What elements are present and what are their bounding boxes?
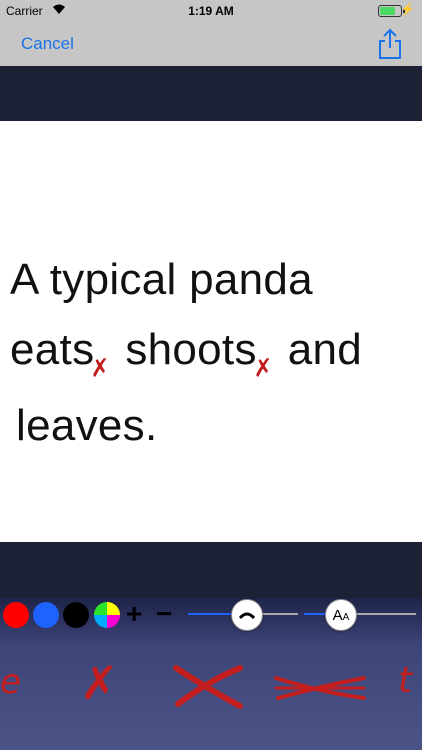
proof-marks-row: e ✗ t <box>0 640 422 740</box>
word-eats: eats <box>10 325 95 374</box>
font-size-slider[interactable]: AA <box>304 599 416 631</box>
nav-bar: Cancel <box>0 22 422 66</box>
font-size-slider-knob[interactable]: AA <box>325 599 357 631</box>
stroke-slider-knob[interactable] <box>231 599 263 631</box>
text-line-1: A typical panda <box>10 245 362 315</box>
text-line-3-content: leaves. <box>16 401 158 450</box>
charging-bolt-icon: ⚡ <box>400 2 415 16</box>
text-line-2: eats✗ shoots✗ and <box>10 315 362 391</box>
canvas-bottom-band <box>0 542 422 598</box>
mark-delete-x[interactable]: ✗ <box>80 656 119 710</box>
mark-partial-right[interactable]: t <box>398 660 412 701</box>
canvas-top-band <box>0 66 422 121</box>
color-swatch-blue[interactable] <box>33 602 59 628</box>
color-swatch-black[interactable] <box>63 602 89 628</box>
text-line-3: leaves. <box>10 391 362 461</box>
battery-icon <box>378 5 405 17</box>
share-icon[interactable] <box>376 28 404 60</box>
word-shoots: shoots <box>112 325 257 374</box>
document-text: A typical panda eats✗ shoots✗ and leaves… <box>10 245 362 461</box>
mark-strike-icon[interactable] <box>272 674 368 706</box>
word-and: and <box>275 325 363 374</box>
mark-big-x-icon[interactable] <box>170 662 246 714</box>
color-swatch-red[interactable] <box>3 602 29 628</box>
clock: 1:19 AM <box>188 4 234 18</box>
mark-partial-left[interactable]: e <box>0 662 21 702</box>
status-bar: Carrier 1:19 AM ⚡ <box>0 0 422 22</box>
remove-button[interactable]: − <box>156 598 172 630</box>
color-swatch-multicolor[interactable] <box>94 602 120 628</box>
cancel-button[interactable]: Cancel <box>21 34 74 54</box>
add-button[interactable]: + <box>126 598 142 630</box>
text-line-1-content: A typical panda <box>10 255 313 304</box>
stroke-slider[interactable] <box>188 599 298 631</box>
document-canvas[interactable]: A typical panda eats✗ shoots✗ and leaves… <box>0 121 422 542</box>
font-size-icon: AA <box>332 606 350 624</box>
